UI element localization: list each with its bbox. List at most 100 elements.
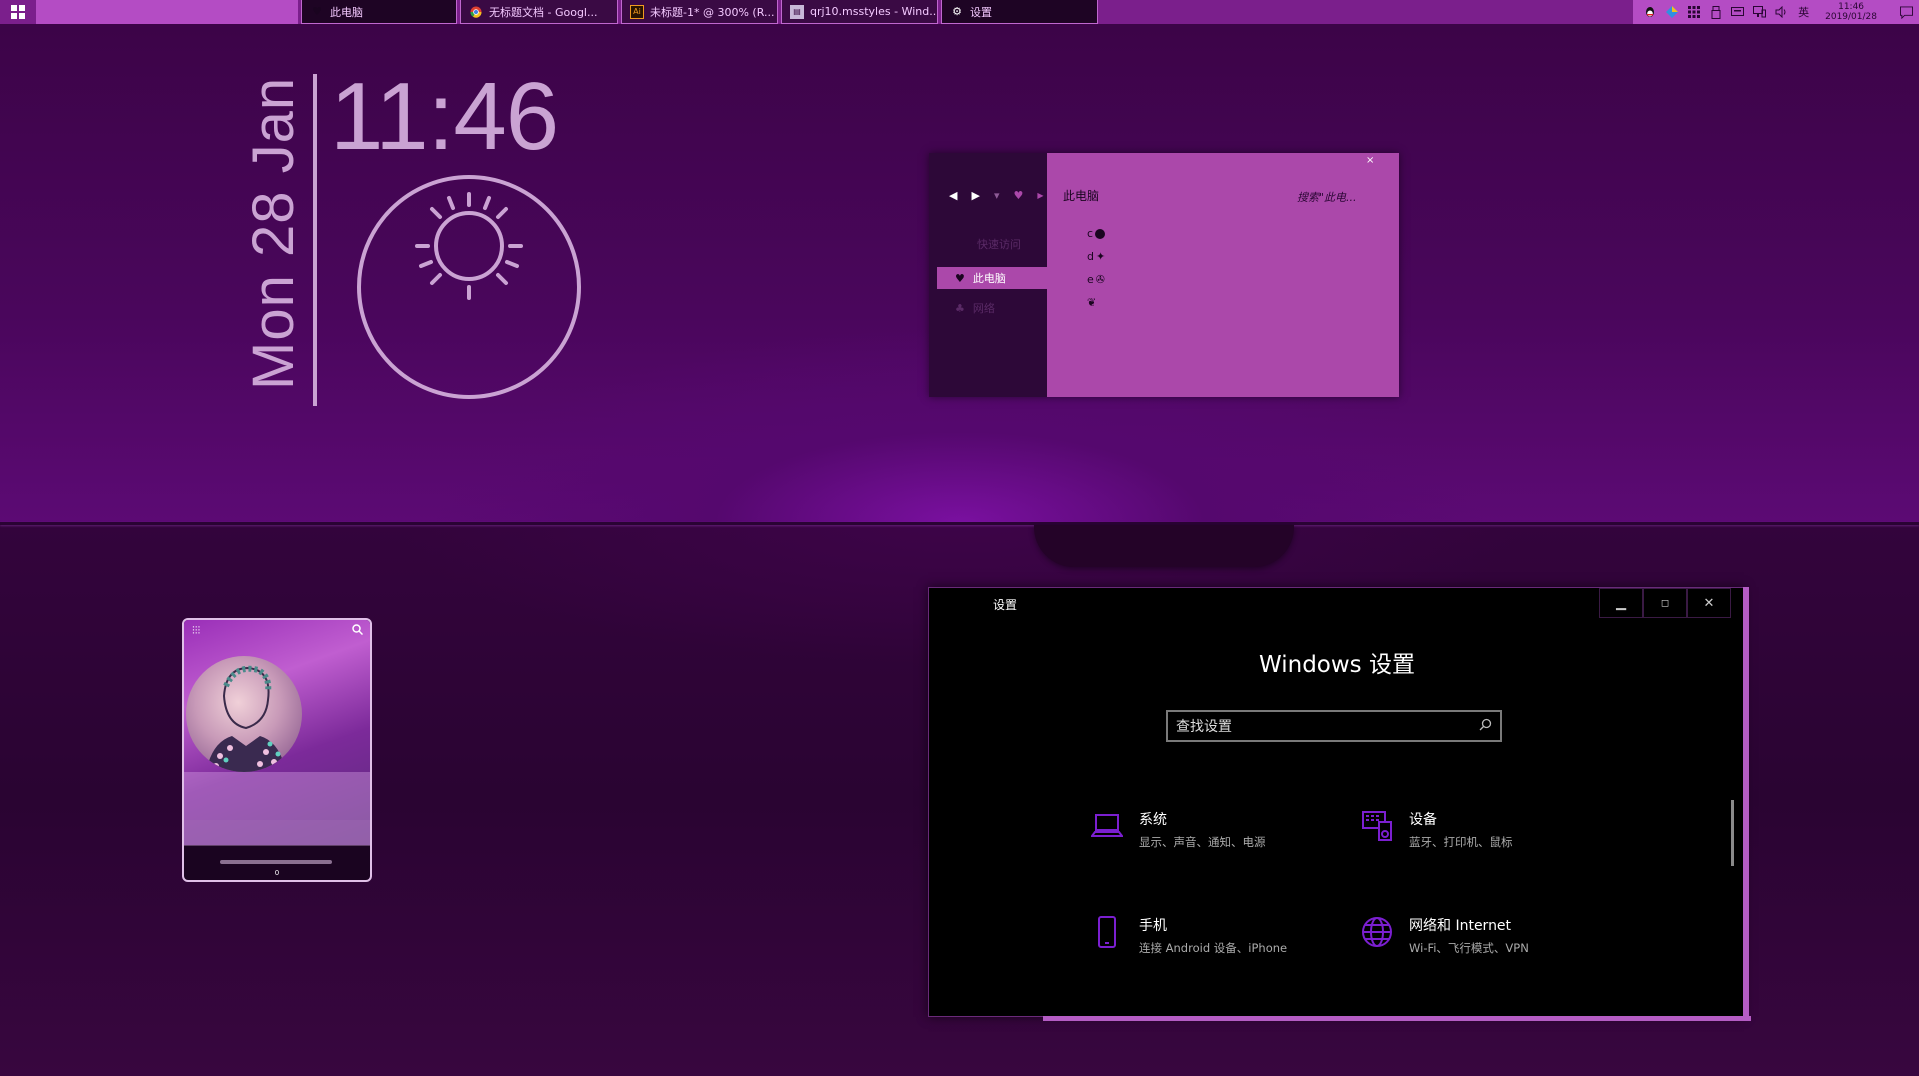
taskbar-time: 11:46 xyxy=(1838,2,1865,12)
music-widget: ⫶⫶⫶ 0 xyxy=(182,618,372,882)
explorer-search-input[interactable]: 搜索"此电... xyxy=(1297,189,1357,205)
category-devices[interactable]: 设备 蓝牙、打印机、鼠标 xyxy=(1359,808,1513,850)
task-label: 设置 xyxy=(970,5,992,19)
task-button-settings[interactable]: ⚙ 设置 xyxy=(941,0,1098,24)
progress-bar[interactable] xyxy=(220,860,332,864)
maximize-button[interactable]: ◻ xyxy=(1643,588,1687,618)
chevron-right-icon: ▶ xyxy=(1037,191,1044,200)
back-icon[interactable]: ◀ xyxy=(949,189,957,202)
task-button-explorer[interactable]: ♥ 此电脑 xyxy=(301,0,457,24)
disc-icon: ✇ xyxy=(1095,273,1105,286)
gear-icon: ⚙ xyxy=(952,5,962,18)
task-label: qrj10.msstyles - Wind... xyxy=(810,5,938,18)
settings-window: 设置 ▁ ◻ ✕ Windows 设置 查找设置 系统 显示、声音、通知、电源 … xyxy=(928,587,1751,1021)
recent-dropdown-icon[interactable]: ▾ xyxy=(994,189,1000,202)
volume-icon[interactable] xyxy=(1775,6,1788,19)
explorer-window: × ◀ ▶ ▾ ♥ ▶ 此电脑 搜索"此电... 快速访问 ♥ 此电脑 ♣ 网络… xyxy=(929,153,1399,397)
category-network[interactable]: 网络和 Internet Wi-Fi、飞行模式、VPN xyxy=(1359,914,1529,956)
laptop-icon xyxy=(1089,808,1125,844)
drive-other[interactable]: ❦ xyxy=(1087,296,1096,309)
widget-date: Mon 28 Jan xyxy=(241,76,306,390)
windows-logo-icon xyxy=(11,5,25,19)
category-title: 网络和 Internet xyxy=(1409,918,1512,934)
category-phone[interactable]: 手机 连接 Android 设备、iPhone xyxy=(1089,914,1287,956)
drive-e[interactable]: e ✇ xyxy=(1087,273,1105,286)
task-label: 此电脑 xyxy=(330,5,363,19)
task-button-msstyles[interactable]: ▤ qrj10.msstyles - Wind... xyxy=(781,0,938,24)
task-button-illustrator[interactable]: Ai 未标题-1* @ 300% (R... xyxy=(621,0,778,24)
shelf-tab xyxy=(1034,525,1294,567)
close-icon: ✕ xyxy=(1703,595,1715,611)
overlay-band xyxy=(184,820,370,845)
taskbar-clock[interactable]: 11:46 2019/01/28 xyxy=(1825,2,1877,22)
sidebar-item-label: 网络 xyxy=(972,302,995,315)
category-desc: Wi-Fi、飞行模式、VPN xyxy=(1409,941,1529,955)
category-desc: 连接 Android 设备、iPhone xyxy=(1139,941,1288,955)
category-title: 系统 xyxy=(1139,812,1167,828)
minimize-icon: ▁ xyxy=(1616,595,1626,611)
grid-icon[interactable] xyxy=(1687,6,1700,19)
search-placeholder: 查找设置 xyxy=(1176,719,1232,735)
explorer-close-button[interactable]: × xyxy=(1366,155,1374,166)
phone-icon xyxy=(1089,914,1125,950)
pin-icon: ✦ xyxy=(1095,250,1106,263)
drive-d[interactable]: d ✦ xyxy=(1087,250,1105,263)
usb-icon[interactable] xyxy=(1709,5,1722,19)
taskbar-search-area[interactable] xyxy=(36,0,298,24)
search-icon[interactable] xyxy=(1479,718,1492,735)
sidebar-item-this-pc[interactable]: ♥ 此电脑 xyxy=(937,267,1047,289)
task-label: 未标题-1* @ 300% (R... xyxy=(650,5,775,19)
sidebar-item-label: 此电脑 xyxy=(972,272,1006,285)
system-tray: 英 11:46 2019/01/28 xyxy=(1633,0,1919,24)
weather-widget xyxy=(356,174,582,400)
window-title: 设置 xyxy=(993,598,1018,612)
search-icon[interactable] xyxy=(352,624,364,638)
task-label: 无标题文档 - Googl... xyxy=(489,5,598,19)
network-icon: ♣ xyxy=(955,301,965,315)
file-icon: ▤ xyxy=(790,4,804,19)
diamond-icon[interactable] xyxy=(1665,6,1678,19)
category-title: 设备 xyxy=(1409,812,1437,828)
track-count: 0 xyxy=(274,869,280,877)
drive-c[interactable]: c xyxy=(1087,227,1106,240)
taskbar-date: 2019/01/28 xyxy=(1825,12,1877,22)
sidebar-item-network[interactable]: ♣ 网络 xyxy=(937,297,1047,319)
disk-icon xyxy=(1095,228,1106,239)
sidebar-item-label: 快速访问 xyxy=(977,238,1021,251)
task-button-chrome[interactable]: 无标题文档 - Googl... xyxy=(460,0,618,24)
widget-time: 11:46 xyxy=(330,63,559,170)
notification-icon[interactable] xyxy=(1900,5,1913,19)
equalizer-icon[interactable]: ⫶⫶⫶ xyxy=(192,624,200,638)
widget-divider xyxy=(313,74,317,406)
shelf-divider xyxy=(0,522,1919,525)
keyboard-icon[interactable] xyxy=(1731,6,1745,19)
globe-icon xyxy=(1359,914,1395,950)
qq-icon[interactable] xyxy=(1643,6,1656,19)
heart-icon: ♥ xyxy=(1013,189,1024,202)
sidebar-item-quick-access[interactable]: 快速访问 xyxy=(937,233,1047,255)
category-desc: 蓝牙、打印机、鼠标 xyxy=(1409,835,1513,849)
start-button[interactable] xyxy=(0,0,36,24)
ime-indicator[interactable]: 英 xyxy=(1797,6,1810,19)
maximize-icon: ◻ xyxy=(1660,597,1670,609)
avatar[interactable] xyxy=(186,656,302,772)
close-button[interactable]: ✕ xyxy=(1687,588,1731,618)
devices-icon xyxy=(1359,808,1395,844)
heart-icon: ♥ xyxy=(312,5,322,18)
category-desc: 显示、声音、通知、电源 xyxy=(1139,835,1266,849)
chrome-icon xyxy=(469,5,483,19)
taskbar: ♥ 此电脑 无标题文档 - Googl... Ai 未标题-1* @ 300% … xyxy=(0,0,1919,24)
network-icon[interactable] xyxy=(1753,6,1767,19)
minimize-button[interactable]: ▁ xyxy=(1599,588,1643,618)
footprint-icon: ❦ xyxy=(1087,296,1097,309)
address-bar[interactable]: 此电脑 xyxy=(1063,187,1099,204)
scrollbar-thumb[interactable] xyxy=(1731,800,1734,866)
illustrator-icon: Ai xyxy=(630,4,644,19)
heart-icon: ♥ xyxy=(955,271,965,285)
category-system[interactable]: 系统 显示、声音、通知、电源 xyxy=(1089,808,1266,850)
forward-icon[interactable]: ▶ xyxy=(971,189,979,202)
settings-search-input[interactable]: 查找设置 xyxy=(1166,710,1502,742)
page-title: Windows 设置 xyxy=(1259,652,1415,678)
category-title: 手机 xyxy=(1139,918,1167,934)
sun-icon xyxy=(357,175,581,399)
